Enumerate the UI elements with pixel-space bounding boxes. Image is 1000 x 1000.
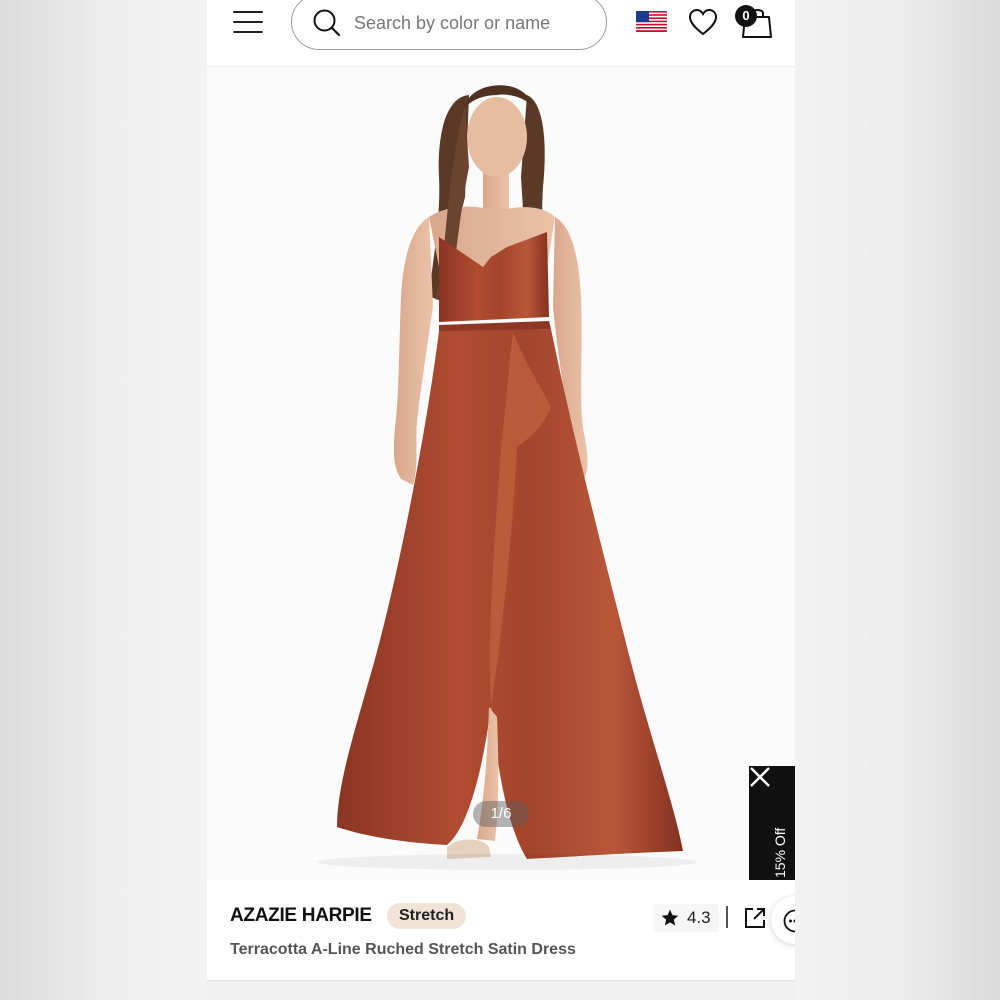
search-box[interactable] bbox=[291, 0, 607, 50]
product-info: AZAZIE HARPIE Stretch 4.3 Terracotta A-L… bbox=[207, 880, 795, 980]
product-photo bbox=[317, 85, 697, 870]
close-icon[interactable] bbox=[749, 766, 771, 788]
background-right bbox=[795, 0, 1000, 1000]
cart-count-badge: 0 bbox=[735, 5, 757, 27]
rating-divider bbox=[726, 906, 728, 928]
product-name: Terracotta A-Line Ruched Stretch Satin D… bbox=[230, 941, 576, 958]
header-bar: 0 bbox=[207, 0, 795, 67]
rating-badge[interactable]: 4.3 bbox=[653, 904, 719, 932]
star-icon bbox=[661, 909, 679, 926]
more-options-button[interactable] bbox=[771, 896, 795, 944]
mobile-page: 0 bbox=[207, 0, 795, 1000]
bottom-strip bbox=[207, 980, 795, 1000]
search-icon bbox=[313, 9, 341, 37]
share-icon[interactable] bbox=[743, 906, 767, 930]
hamburger-menu-icon[interactable] bbox=[233, 10, 263, 36]
product-brand: AZAZIE HARPIE bbox=[230, 905, 372, 926]
heart-icon[interactable] bbox=[688, 8, 718, 36]
image-counter: 1/6 bbox=[473, 801, 529, 827]
us-flag-icon[interactable] bbox=[636, 11, 667, 32]
more-options-icon bbox=[783, 909, 795, 933]
rating-value: 4.3 bbox=[687, 908, 711, 927]
search-input[interactable] bbox=[354, 8, 584, 38]
discount-promo-tab[interactable]: 15% Off bbox=[749, 766, 795, 880]
stretch-tag: Stretch bbox=[387, 903, 467, 929]
discount-label: 15% Off bbox=[772, 827, 788, 878]
product-image-gallery[interactable]: 1/6 15% Off bbox=[207, 67, 795, 880]
background-left bbox=[0, 0, 207, 1000]
cart-button[interactable]: 0 bbox=[735, 5, 775, 41]
